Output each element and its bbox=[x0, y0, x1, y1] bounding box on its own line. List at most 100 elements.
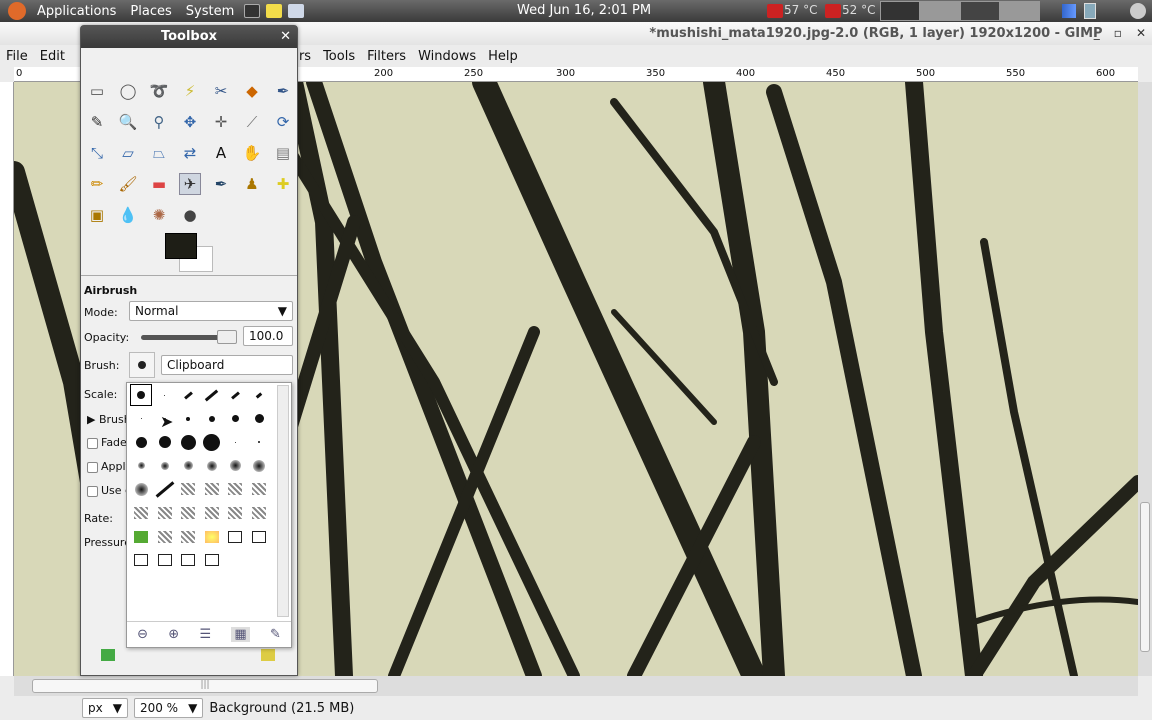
brush-cell[interactable] bbox=[248, 431, 270, 453]
opacity-slider-handle[interactable] bbox=[217, 330, 237, 344]
brush-dynamics-expander[interactable]: ▶ Brush bbox=[87, 413, 131, 426]
heal-tool-icon[interactable]: ✚ bbox=[272, 173, 294, 195]
brush-cell[interactable] bbox=[130, 431, 152, 453]
brush-cell[interactable] bbox=[224, 455, 246, 477]
perspective-clone-tool-icon[interactable]: ▣ bbox=[86, 204, 108, 226]
brush-cell[interactable] bbox=[248, 384, 270, 406]
horizontal-scrollbar[interactable]: ||| bbox=[14, 676, 1138, 696]
firefox-task[interactable] bbox=[880, 1, 920, 21]
brush-cell[interactable] bbox=[130, 502, 152, 524]
brush-cell[interactable] bbox=[130, 549, 152, 571]
scale-tool-icon[interactable]: ⤡ bbox=[86, 142, 108, 164]
brush-cell[interactable] bbox=[130, 455, 152, 477]
foreground-color-swatch[interactable] bbox=[165, 233, 197, 259]
magnify-tool-icon[interactable]: 🔍 bbox=[117, 111, 139, 133]
panel-menu-places[interactable]: Places bbox=[123, 4, 178, 19]
panel-menu-applications[interactable]: Applications bbox=[30, 4, 123, 19]
brush-cell[interactable] bbox=[130, 478, 152, 500]
brush-cell[interactable] bbox=[130, 408, 152, 430]
grid-view-icon[interactable]: ▦ bbox=[231, 627, 250, 642]
brush-cell[interactable] bbox=[177, 478, 199, 500]
crop-tool-icon[interactable]: ⟋ bbox=[241, 111, 263, 133]
unit-select[interactable]: px ▼ bbox=[82, 698, 128, 718]
screenshot-icon[interactable] bbox=[288, 4, 305, 18]
save-options-icon[interactable] bbox=[101, 649, 115, 661]
brush-cell[interactable] bbox=[201, 455, 223, 477]
move-tool-icon[interactable]: ✥ bbox=[179, 111, 201, 133]
brush-cell[interactable] bbox=[154, 431, 176, 453]
brush-cell[interactable] bbox=[201, 431, 223, 453]
maximize-button[interactable]: ▫ bbox=[1114, 26, 1122, 40]
brush-cell[interactable] bbox=[177, 431, 199, 453]
brush-cell[interactable] bbox=[154, 502, 176, 524]
notes-icon[interactable] bbox=[266, 4, 283, 18]
brush-name-field[interactable]: Clipboard bbox=[161, 355, 293, 375]
mode-select[interactable]: Normal ▼ bbox=[129, 301, 293, 321]
flip-tool-icon[interactable]: ⇄ bbox=[179, 142, 201, 164]
close-button[interactable]: ✕ bbox=[1136, 26, 1146, 40]
brush-cell[interactable] bbox=[201, 384, 223, 406]
brush-cell[interactable] bbox=[154, 478, 176, 500]
menu-file[interactable]: File bbox=[0, 49, 34, 64]
task-blank[interactable] bbox=[1000, 1, 1040, 21]
zoom-in-icon[interactable]: ⊕ bbox=[168, 627, 179, 642]
edit-brush-icon[interactable]: ✎ bbox=[270, 627, 281, 642]
brush-cell[interactable] bbox=[130, 384, 152, 406]
brush-cell[interactable] bbox=[224, 502, 246, 524]
battery-icon[interactable] bbox=[1084, 3, 1096, 19]
brush-cell[interactable] bbox=[201, 502, 223, 524]
eraser-tool-icon[interactable]: ▬ bbox=[148, 173, 170, 195]
paths-tool-icon[interactable]: ✒ bbox=[272, 80, 294, 102]
menu-help[interactable]: Help bbox=[482, 49, 524, 64]
ellipse-select-tool-icon[interactable]: ◯ bbox=[117, 80, 139, 102]
text-tool-icon[interactable]: A bbox=[210, 142, 232, 164]
foreground-select-tool-icon[interactable]: ◆ bbox=[241, 80, 263, 102]
brush-cell[interactable] bbox=[154, 526, 176, 548]
list-view-icon[interactable]: ☰ bbox=[199, 627, 211, 642]
ubuntu-logo-icon[interactable] bbox=[8, 2, 26, 20]
brush-cell[interactable] bbox=[248, 455, 270, 477]
brush-cell[interactable] bbox=[154, 549, 176, 571]
brush-cell[interactable] bbox=[248, 408, 270, 430]
reset-options-icon[interactable] bbox=[261, 649, 275, 661]
toolbox-titlebar[interactable]: Toolbox ✕ bbox=[81, 26, 297, 48]
scissors-tool-icon[interactable]: ✂ bbox=[210, 80, 232, 102]
paintbrush-tool-icon[interactable]: 🖌 bbox=[117, 173, 139, 195]
brush-cell[interactable] bbox=[224, 478, 246, 500]
network-icon[interactable] bbox=[1062, 4, 1076, 18]
use-color-checkbox[interactable]: Use c bbox=[87, 484, 131, 497]
brush-cell[interactable] bbox=[177, 526, 199, 548]
brush-cell[interactable] bbox=[177, 408, 199, 430]
minimize-button[interactable]: _ bbox=[1094, 26, 1100, 40]
blend-tool-icon[interactable]: ▤ bbox=[272, 142, 294, 164]
brush-cell[interactable] bbox=[224, 431, 246, 453]
horizontal-scroll-thumb[interactable]: ||| bbox=[32, 679, 378, 693]
zoom-select[interactable]: 200 % ▼ bbox=[133, 698, 204, 718]
measure-tool-icon[interactable]: ⚲ bbox=[148, 111, 170, 133]
convolve-tool-icon[interactable]: ● bbox=[179, 204, 201, 226]
brush-popup-scrollbar[interactable] bbox=[277, 385, 289, 617]
menu-edit[interactable]: Edit bbox=[34, 49, 71, 64]
brush-cell[interactable] bbox=[177, 549, 199, 571]
align-tool-icon[interactable]: ✛ bbox=[210, 111, 232, 133]
brush-cell[interactable] bbox=[224, 408, 246, 430]
brush-cell[interactable] bbox=[224, 526, 246, 548]
ink-tool-icon[interactable]: ✒ bbox=[210, 173, 232, 195]
brush-cell[interactable] bbox=[154, 455, 176, 477]
brush-cell[interactable] bbox=[201, 408, 223, 430]
vertical-ruler[interactable] bbox=[0, 82, 14, 676]
menu-windows[interactable]: Windows bbox=[412, 49, 482, 64]
panel-menu-system[interactable]: System bbox=[179, 4, 241, 19]
clock[interactable]: Wed Jun 16, 2:01 PM bbox=[517, 3, 651, 18]
brush-cell[interactable] bbox=[248, 502, 270, 524]
brush-cell[interactable] bbox=[130, 526, 152, 548]
heal-bucket-tool-icon[interactable]: ✋ bbox=[241, 142, 263, 164]
menu-filters[interactable]: Filters bbox=[361, 49, 412, 64]
power-icon[interactable] bbox=[1130, 3, 1146, 19]
brush-cell[interactable] bbox=[177, 455, 199, 477]
smudge-tool-icon[interactable]: 💧 bbox=[117, 204, 139, 226]
opacity-spinbutton[interactable]: 100.0 bbox=[243, 326, 293, 346]
fuzzy-select-tool-icon[interactable]: ⚡ bbox=[179, 80, 201, 102]
lasso-tool-icon[interactable]: ➰ bbox=[148, 80, 170, 102]
shear-tool-icon[interactable]: ▱ bbox=[117, 142, 139, 164]
